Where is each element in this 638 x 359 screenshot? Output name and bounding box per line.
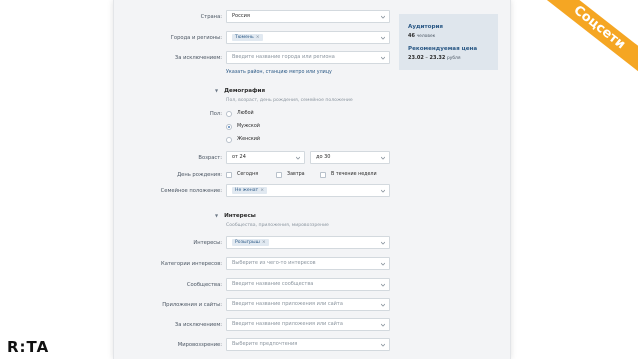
chevron-down-icon: [381, 241, 385, 245]
sex-option-male: Мужской: [237, 124, 260, 129]
chevron-down-icon: [381, 343, 385, 347]
country-label: Страна:: [200, 14, 222, 20]
triangle-down-icon: ▼: [215, 213, 219, 218]
price-to: 23.32: [429, 55, 446, 61]
cities-input[interactable]: Тюмень ×: [226, 31, 390, 44]
age-from-value: от 24: [232, 154, 246, 160]
audience-title: Аудитория: [408, 24, 444, 30]
demography-subtitle: Пол, возраст, день рождения, семейное по…: [226, 98, 353, 103]
birthday-option-tomorrow: Завтра: [287, 172, 305, 177]
demography-title[interactable]: ▼ Демография: [215, 88, 265, 94]
age-to-value: до 30: [316, 154, 331, 160]
birthday-check-week[interactable]: [320, 172, 326, 178]
city-tag-label: Тюмень: [235, 35, 254, 40]
close-icon[interactable]: ×: [262, 240, 266, 245]
birthday-check-tomorrow[interactable]: [276, 172, 282, 178]
chevron-down-icon: [381, 283, 385, 287]
close-icon[interactable]: ×: [260, 188, 264, 193]
rta-logo: R:TA: [7, 338, 50, 356]
close-icon[interactable]: ×: [256, 35, 260, 40]
interests-title[interactable]: ▼ Интересы: [215, 213, 256, 219]
chevron-down-icon: [381, 156, 385, 160]
audience-unit: человек: [416, 34, 436, 39]
birthday-label: День рождения:: [177, 172, 222, 178]
price-title: Рекомендуемая цена: [408, 46, 478, 52]
audience-box: Аудитория 46 человек Рекомендуемая цена …: [399, 14, 498, 70]
geo-except-label: За исключением:: [174, 55, 222, 61]
apps-label: Приложения и сайты:: [162, 302, 222, 308]
country-value: Россия: [232, 13, 250, 19]
categories-input[interactable]: Выберите из чего-то интересов: [226, 257, 390, 270]
cities-label: Города и регионы:: [170, 35, 222, 41]
interest-tag-label: Розыгрыш: [235, 240, 260, 245]
sex-option-female: Женский: [237, 137, 261, 142]
apps-except-label: За исключением:: [174, 322, 222, 328]
price-unit: рубля: [446, 56, 461, 61]
interests-label: Интересы:: [193, 240, 222, 246]
communities-placeholder: Введите название сообщества: [232, 281, 314, 287]
communities-input[interactable]: Введите название сообщества: [226, 278, 390, 291]
geo-except-placeholder: Введите название города или региона: [232, 54, 335, 60]
country-select[interactable]: Россия: [226, 10, 390, 23]
chevron-down-icon: [381, 323, 385, 327]
interests-subtitle: Сообщества, приложения, мировоззрение: [226, 223, 329, 228]
triangle-down-icon: ▼: [215, 88, 219, 93]
chevron-down-icon: [381, 56, 385, 60]
communities-label: Сообщества:: [186, 282, 222, 288]
price-from: 23.02: [408, 55, 424, 61]
audience-count: 46 человек: [408, 33, 435, 39]
apps-placeholder: Введите название приложения или сайта: [232, 301, 343, 307]
chevron-down-icon: [381, 303, 385, 307]
age-from-select[interactable]: от 24: [226, 151, 305, 164]
chevron-down-icon: [381, 36, 385, 40]
chevron-down-icon: [381, 189, 385, 193]
sex-radio-any[interactable]: [226, 111, 232, 117]
age-label: Возраст:: [198, 155, 222, 161]
price-range: 23.02 – 23.32 рубля: [408, 55, 461, 61]
apps-input[interactable]: Введите название приложения или сайта: [226, 298, 390, 311]
sex-radio-male[interactable]: [226, 124, 232, 130]
marital-label: Семейное положение:: [160, 188, 222, 194]
sex-label: Пол:: [209, 111, 222, 117]
apps-except-input[interactable]: Введите название приложения или сайта: [226, 318, 390, 331]
geo-except-input[interactable]: Введите название города или региона: [226, 51, 390, 64]
chevron-down-icon: [381, 15, 385, 19]
interests-input[interactable]: Розыгрыш ×: [226, 236, 390, 249]
categories-placeholder: Выберите из чего-то интересов: [232, 260, 316, 266]
city-tag[interactable]: Тюмень ×: [232, 34, 263, 41]
chevron-down-icon: [296, 156, 300, 160]
categories-label: Категории интересов:: [161, 261, 222, 267]
worldview-label: Мировоззрение:: [177, 342, 222, 348]
sex-option-any: Любой: [237, 111, 254, 116]
demography-title-text: Демография: [224, 88, 266, 94]
audience-value: 46: [408, 33, 415, 39]
marital-input[interactable]: Не женат ×: [226, 184, 390, 197]
point-link[interactable]: Указать район, станцию метро или улицу: [226, 70, 332, 75]
birthday-check-today[interactable]: [226, 172, 232, 178]
worldview-placeholder: Выберите предпочтения: [232, 341, 298, 347]
interests-title-text: Интересы: [224, 213, 256, 219]
worldview-select[interactable]: Выберите предпочтения: [226, 338, 390, 351]
marital-tag-label: Не женат: [235, 188, 259, 193]
birthday-option-week: В течение недели: [331, 172, 377, 177]
age-to-select[interactable]: до 30: [310, 151, 390, 164]
marital-tag[interactable]: Не женат ×: [232, 187, 268, 194]
birthday-option-today: Сегодня: [237, 172, 259, 177]
ribbon-banner: Соцсети: [533, 0, 638, 83]
sex-radio-female[interactable]: [226, 137, 232, 143]
interest-tag[interactable]: Розыгрыш ×: [232, 239, 269, 246]
apps-except-placeholder: Введите название приложения или сайта: [232, 321, 343, 327]
chevron-down-icon: [381, 262, 385, 266]
